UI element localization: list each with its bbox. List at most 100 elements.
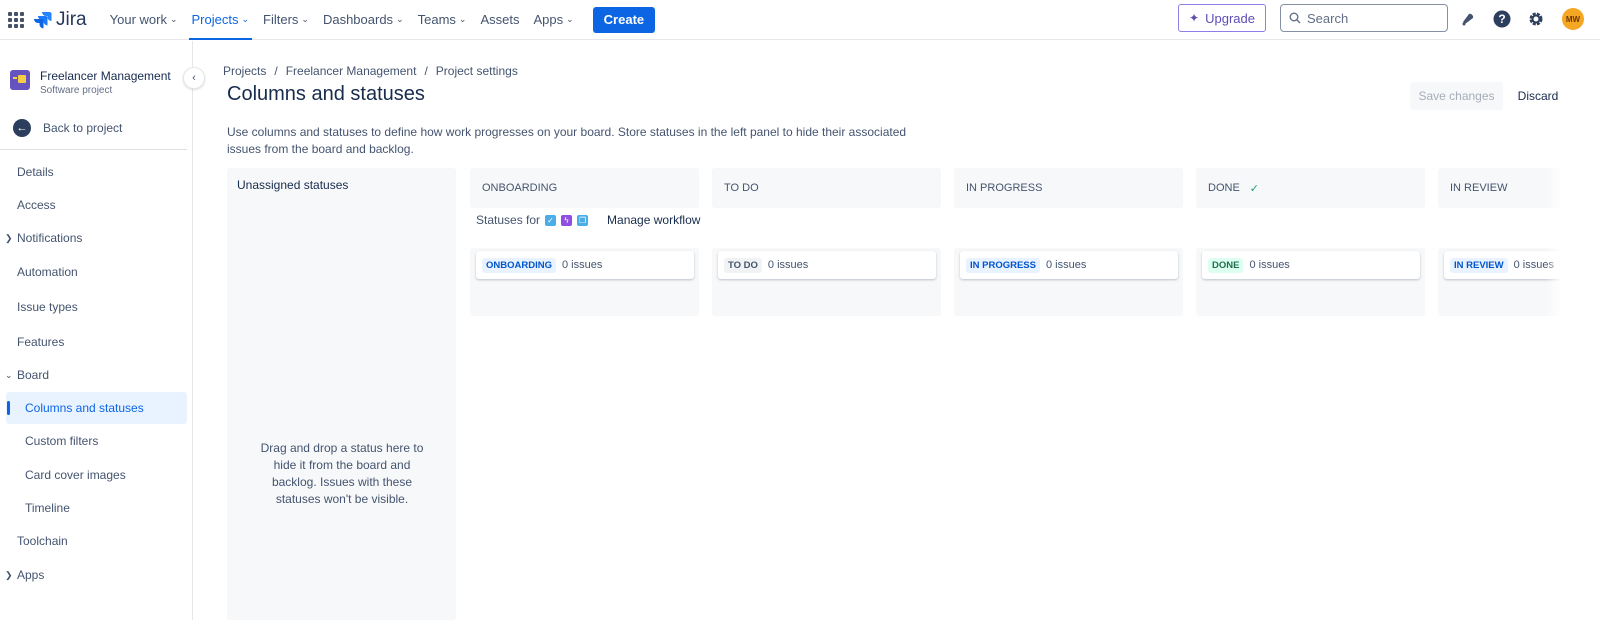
page-description: Use columns and statuses to define how w… bbox=[227, 125, 907, 156]
nav-filters[interactable]: Filters ⌄ bbox=[256, 0, 316, 40]
back-to-project-link[interactable]: ← Back to project bbox=[13, 119, 122, 137]
status-issue-count: 0 issues bbox=[1046, 259, 1087, 271]
nav-dashboards[interactable]: Dashboards ⌄ bbox=[316, 0, 411, 40]
search-placeholder: Search bbox=[1307, 10, 1349, 26]
manage-workflow-link[interactable]: Manage workflow bbox=[607, 213, 700, 227]
chevron-right-icon[interactable]: ❯ bbox=[5, 570, 13, 581]
nav-apps-label: Apps bbox=[533, 12, 564, 27]
status-card[interactable]: IN PROGRESS 0 issues bbox=[960, 251, 1178, 279]
sidebar-item-issue-types[interactable]: Issue types bbox=[0, 291, 187, 323]
sidebar-item-label: Access bbox=[17, 198, 56, 212]
sidebar-item-timeline[interactable]: Timeline bbox=[0, 492, 187, 524]
nav-assets-label: Assets bbox=[480, 12, 520, 27]
column-header[interactable]: DONE ✓ bbox=[1196, 168, 1425, 208]
column-header[interactable]: IN PROGRESS bbox=[954, 168, 1183, 208]
discard-button[interactable]: Discard bbox=[1509, 82, 1567, 110]
status-card[interactable]: TO DO 0 issues bbox=[718, 251, 936, 279]
notifications-bell-icon[interactable] bbox=[1458, 9, 1478, 29]
sidebar-item-label: Board bbox=[17, 368, 50, 382]
sidebar-item-columns-and-statuses[interactable]: Columns and statuses bbox=[6, 392, 187, 424]
nav-your-work[interactable]: Your work ⌄ bbox=[103, 0, 185, 40]
search-icon bbox=[1289, 12, 1301, 24]
nav-teams-label: Teams bbox=[417, 12, 456, 27]
nav-assets[interactable]: Assets bbox=[473, 0, 526, 40]
board-column[interactable]: DONE ✓ DONE 0 issues bbox=[1196, 168, 1425, 316]
sidebar-item-board[interactable]: ⌄ Board bbox=[0, 359, 187, 391]
nav-your-work-label: Your work bbox=[109, 12, 167, 27]
nav-projects-label: Projects bbox=[191, 12, 239, 27]
nav-projects[interactable]: Projects ⌄ bbox=[185, 0, 257, 40]
app-switcher-icon[interactable] bbox=[8, 11, 24, 28]
sidebar-item-label: Card cover images bbox=[25, 468, 126, 482]
status-lozenge: ONBOARDING bbox=[482, 257, 556, 273]
task-issue-type-icon: ✓ bbox=[545, 214, 557, 226]
help-icon[interactable]: ? bbox=[1492, 9, 1512, 29]
sidebar-item-label: Custom filters bbox=[25, 434, 99, 448]
top-navigation: Jira Your work ⌄ Projects ⌄ Filters ⌄ Dashb… bbox=[0, 0, 1600, 40]
nav-teams[interactable]: Teams ⌄ bbox=[411, 0, 474, 40]
sidebar-item-details[interactable]: Details bbox=[0, 156, 187, 188]
arrow-left-icon: ← bbox=[13, 119, 31, 137]
epic-issue-type-icon: ϟ bbox=[561, 214, 573, 226]
jira-logo[interactable]: Jira bbox=[34, 9, 87, 31]
upgrade-label: Upgrade bbox=[1205, 10, 1255, 26]
statuses-for-label: Statuses for bbox=[476, 213, 541, 227]
create-button[interactable]: Create bbox=[592, 6, 656, 33]
project-sidebar: Freelancer Management Software project ←… bbox=[0, 41, 193, 620]
horizontal-scroll-fade bbox=[1546, 168, 1600, 316]
sidebar-item-label: Features bbox=[17, 335, 65, 349]
sparkle-icon: ✦ bbox=[1189, 11, 1200, 25]
board-column[interactable]: TO DO TO DO 0 issues bbox=[712, 168, 941, 316]
sidebar-item-access[interactable]: Access bbox=[0, 189, 187, 221]
column-name: TO DO bbox=[724, 182, 759, 194]
nav-dashboards-label: Dashboards bbox=[322, 12, 394, 27]
status-lozenge: IN REVIEW bbox=[1450, 257, 1508, 273]
status-card[interactable]: ONBOARDING 0 issues bbox=[476, 251, 694, 279]
column-header[interactable]: TO DO bbox=[712, 168, 941, 208]
jira-logo-text: Jira bbox=[56, 8, 87, 30]
sidebar-item-label: Timeline bbox=[25, 501, 70, 515]
sidebar-item-features[interactable]: Features bbox=[0, 326, 187, 358]
board-column[interactable]: IN PROGRESS IN PROGRESS 0 issues bbox=[954, 168, 1183, 316]
chevron-right-icon[interactable]: ❯ bbox=[5, 233, 13, 244]
subtask-issue-type-icon: ❐ bbox=[577, 214, 589, 226]
upgrade-button[interactable]: ✦ Upgrade bbox=[1178, 4, 1266, 32]
project-header: Freelancer Management Software project bbox=[10, 69, 171, 96]
breadcrumb-project[interactable]: Freelancer Management bbox=[286, 64, 417, 78]
sidebar-item-notifications[interactable]: ❯ Notifications bbox=[0, 222, 187, 254]
sidebar-item-label: Toolchain bbox=[17, 534, 68, 548]
column-name: IN REVIEW bbox=[1450, 182, 1508, 194]
sidebar-item-toolchain[interactable]: Toolchain bbox=[0, 525, 187, 557]
nav-apps[interactable]: Apps ⌄ bbox=[526, 0, 580, 40]
sidebar-item-custom-filters[interactable]: Custom filters bbox=[0, 425, 187, 457]
chevron-down-icon[interactable]: ⌄ bbox=[5, 370, 13, 381]
sidebar-divider bbox=[0, 149, 187, 150]
status-lozenge: DONE bbox=[1208, 257, 1244, 273]
sidebar-item-label: Columns and statuses bbox=[25, 401, 144, 415]
breadcrumb-projects[interactable]: Projects bbox=[223, 64, 266, 78]
chevron-down-icon: ⌄ bbox=[396, 14, 404, 24]
search-input[interactable]: Search bbox=[1280, 4, 1448, 32]
breadcrumb-project-settings[interactable]: Project settings bbox=[436, 64, 518, 78]
unassigned-statuses-panel[interactable]: Unassigned statuses Drag and drop a stat… bbox=[227, 168, 456, 620]
chevron-down-icon: ⌄ bbox=[301, 14, 309, 24]
column-name: DONE bbox=[1208, 182, 1240, 194]
user-avatar[interactable]: MW bbox=[1562, 8, 1584, 30]
project-type: Software project bbox=[40, 85, 113, 96]
sidebar-item-card-cover-images[interactable]: Card cover images bbox=[0, 459, 187, 491]
save-changes-button[interactable]: Save changes bbox=[1410, 82, 1503, 110]
collapse-sidebar-button[interactable]: ‹ bbox=[183, 67, 205, 89]
status-card[interactable]: DONE 0 issues bbox=[1202, 251, 1420, 279]
sidebar-item-apps[interactable]: ❯ Apps bbox=[0, 559, 187, 591]
breadcrumb-separator: / bbox=[274, 64, 278, 78]
statuses-for-row: Statuses for ✓ ϟ ❐ Manage workflow bbox=[476, 213, 700, 227]
column-header[interactable]: ONBOARDING bbox=[470, 168, 699, 208]
status-lozenge: TO DO bbox=[724, 257, 762, 273]
project-name: Freelancer Management bbox=[40, 69, 171, 83]
breadcrumb-separator: / bbox=[424, 64, 428, 78]
sidebar-item-automation[interactable]: Automation bbox=[0, 256, 187, 288]
board-column[interactable]: ONBOARDING ONBOARDING 0 issues bbox=[470, 168, 699, 316]
settings-gear-icon[interactable] bbox=[1526, 9, 1546, 29]
project-avatar-icon bbox=[10, 70, 30, 90]
page-title: Columns and statuses bbox=[227, 83, 425, 105]
